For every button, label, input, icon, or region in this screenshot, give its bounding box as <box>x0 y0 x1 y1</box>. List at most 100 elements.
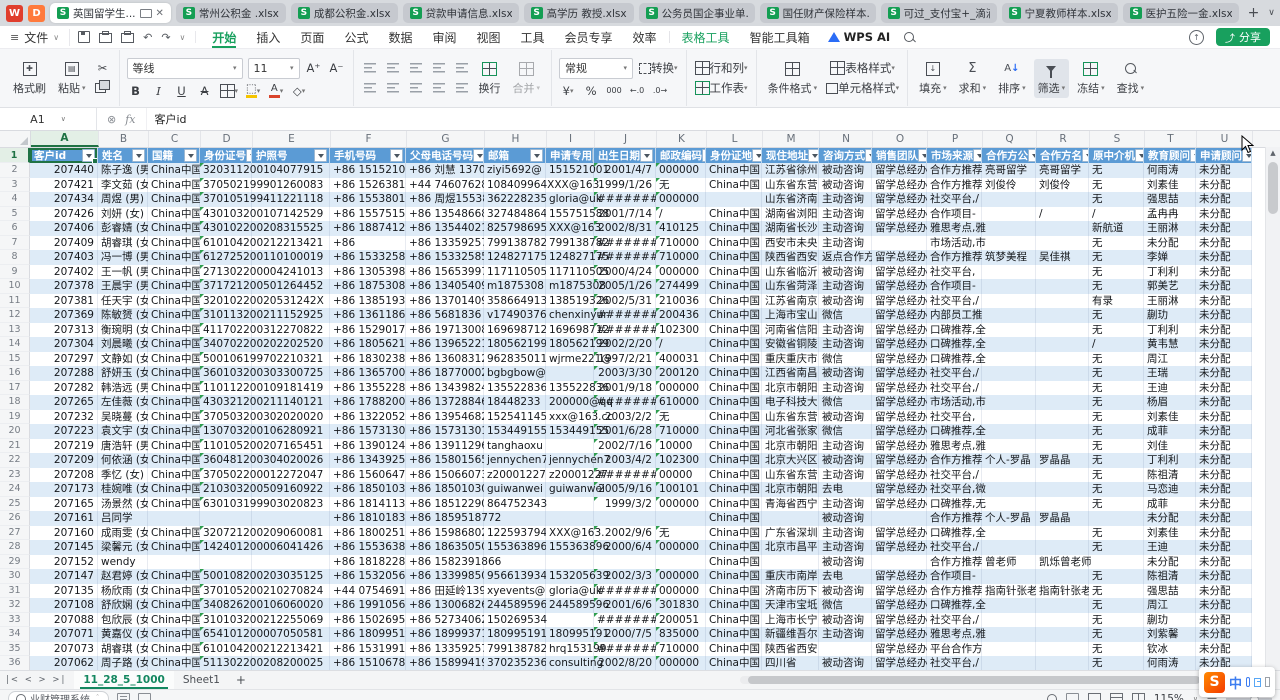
cell[interactable]: 陈祖清 <box>1144 569 1196 584</box>
cell[interactable]: +86 1340540988 <box>406 279 484 294</box>
row-header-33[interactable]: 33 <box>0 613 30 628</box>
cell[interactable] <box>252 250 330 265</box>
share-button[interactable]: ⤴ 分享 <box>1216 28 1270 46</box>
wrap-text-button[interactable]: 换行 <box>475 59 505 98</box>
cell[interactable]: 207062 <box>30 656 98 670</box>
cell[interactable]: 亮哥留学 <box>1036 163 1089 178</box>
percent-button[interactable]: % <box>582 83 600 99</box>
cell[interactable]: xxx@163.cc <box>546 410 594 425</box>
field-header-护照号[interactable]: 护照号 <box>252 148 330 163</box>
cell[interactable] <box>819 642 872 657</box>
cell[interactable]: 留学总经办 <box>872 424 927 439</box>
cell[interactable]: 710000 <box>656 642 706 657</box>
cell[interactable]: 被动咨询 <box>819 584 872 599</box>
align-bottom-icon[interactable] <box>407 60 425 76</box>
cell[interactable] <box>982 598 1036 613</box>
cell[interactable]: +86 15536380 <box>330 540 406 555</box>
cell[interactable]: 未分配 <box>1196 497 1252 512</box>
cell[interactable]: 未分配 <box>1196 279 1252 294</box>
decrease-decimal-button[interactable]: .0→ <box>651 83 669 99</box>
clear-format-button[interactable]: ◇▾ <box>290 83 308 99</box>
cell[interactable]: China中国 <box>706 511 762 526</box>
cell[interactable]: 北京市朝阳 <box>762 439 819 454</box>
cell[interactable]: 社交平台,/ <box>927 294 982 309</box>
cell[interactable]: 山东省东营 <box>762 410 819 425</box>
row-header-9[interactable]: 9 <box>0 265 30 280</box>
cell[interactable]: 留学总经办 <box>872 178 927 193</box>
filter-dropdown-button[interactable] <box>530 149 543 162</box>
filter-dropdown-button[interactable] <box>918 149 927 162</box>
cell[interactable]: 留学总经办 <box>872 221 927 236</box>
cell[interactable] <box>252 381 330 396</box>
column-header-P[interactable]: P <box>928 131 983 147</box>
cell[interactable]: 207232 <box>30 410 98 425</box>
cell[interactable]: consulting <box>546 656 594 670</box>
cell[interactable]: China中国 <box>706 613 762 628</box>
cell[interactable]: +44 7460762888 <box>406 178 484 193</box>
cell[interactable]: 未分配 <box>1196 236 1252 251</box>
cell[interactable]: 合作项目- <box>927 569 982 584</box>
field-header-出生日期[interactable]: 出生日期 <box>594 148 656 163</box>
cell[interactable]: 留学总经办 <box>872 627 927 642</box>
cell[interactable]: 留学总经办 <box>872 584 927 599</box>
cell[interactable]: China中国 <box>148 250 200 265</box>
cell[interactable] <box>252 642 330 657</box>
cell[interactable]: 207219 <box>30 439 98 454</box>
cell[interactable]: 江苏省南京 <box>762 294 819 309</box>
cell[interactable]: ######### <box>594 613 656 628</box>
cell[interactable]: +86 田延岭13954 <box>406 584 484 599</box>
cell[interactable]: China中国 <box>706 424 762 439</box>
field-header-合作方公[interactable]: 合作方公 <box>982 148 1036 163</box>
cell[interactable]: +86 15575158 <box>330 207 406 222</box>
cell[interactable]: 凯烁曾老师 <box>1036 555 1089 570</box>
cell[interactable]: 无 <box>1089 613 1144 628</box>
cell[interactable]: +86 18099519 <box>330 627 406 642</box>
cell[interactable] <box>982 381 1036 396</box>
find-button[interactable]: 查找▾ <box>1113 59 1149 98</box>
cell[interactable]: 强思喆 <box>1144 584 1196 599</box>
cell[interactable]: 207160 <box>30 526 98 541</box>
cell[interactable]: China中国 <box>148 236 200 251</box>
row-header-36[interactable]: 36 <box>0 656 30 670</box>
row-header-7[interactable]: 7 <box>0 236 30 251</box>
cell[interactable] <box>484 511 546 526</box>
cell[interactable]: 留学总经办 <box>872 497 927 512</box>
cell[interactable]: 平台合作方 <box>927 642 982 657</box>
cell[interactable]: +86 18141137 <box>330 497 406 512</box>
cell[interactable]: +86 5681836 <box>406 308 484 323</box>
cell[interactable]: 未分配 <box>1196 569 1252 584</box>
cell[interactable] <box>1036 642 1089 657</box>
cell[interactable]: / <box>1036 207 1089 222</box>
cell[interactable]: +86 18182281 <box>330 555 406 570</box>
cell[interactable] <box>1036 323 1089 338</box>
row-header-23[interactable]: 23 <box>0 468 30 483</box>
document-tab[interactable]: S成都公积金.xlsx <box>291 3 398 23</box>
cell[interactable]: +86 <box>330 236 406 251</box>
column-header-F[interactable]: F <box>331 131 407 147</box>
cell[interactable]: 钦冰 <box>1144 642 1196 657</box>
cell[interactable]: 陈祖清 <box>1144 468 1196 483</box>
cell[interactable]: 微信 <box>819 598 872 613</box>
cell[interactable]: 被动咨询 <box>819 511 872 526</box>
cell[interactable] <box>252 207 330 222</box>
cell[interactable]: 207088 <box>30 613 98 628</box>
menu-item-智能工具箱[interactable]: 智能工具箱 <box>740 26 820 48</box>
cell[interactable]: 留学总经办 <box>872 482 927 497</box>
decrease-font-button[interactable]: A⁻ <box>328 60 346 76</box>
cell[interactable]: 未分配 <box>1196 308 1252 323</box>
cell[interactable]: 雅思考点,雅 <box>927 439 982 454</box>
cell[interactable]: +86 1396522100 <box>406 337 484 352</box>
cell[interactable]: 合作项目- <box>927 207 982 222</box>
cell[interactable]: 未分配 <box>1196 439 1252 454</box>
cell[interactable]: +86 18101832 <box>330 511 406 526</box>
cell[interactable]: +86 1850103098 <box>406 482 484 497</box>
cell[interactable]: z20001227 <box>484 468 546 483</box>
cell[interactable] <box>982 279 1036 294</box>
cell[interactable]: 244589596 <box>546 598 594 613</box>
cell[interactable]: 未分配 <box>1196 642 1252 657</box>
column-header-I[interactable]: I <box>547 131 595 147</box>
cell[interactable]: 340702200202202520 <box>200 337 252 352</box>
cell[interactable]: 207297 <box>30 352 98 367</box>
cell[interactable]: China中国 <box>148 627 200 642</box>
cell[interactable]: +86 15319918 <box>330 642 406 657</box>
